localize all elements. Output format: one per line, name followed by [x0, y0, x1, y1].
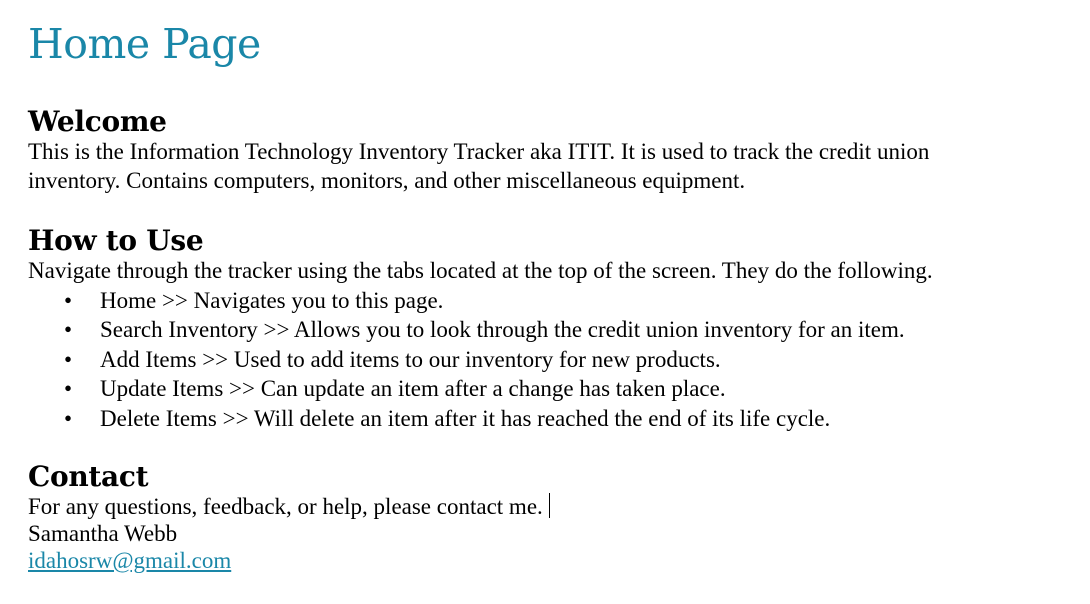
contact-message: For any questions, feedback, or help, pl… — [28, 494, 543, 519]
document-page: Home Page Welcome This is the Informatio… — [28, 14, 1083, 574]
list-item-text: Search Inventory >> Allows you to look t… — [100, 317, 905, 342]
list-item-add-items: • Add Items >> Used to add items to our … — [28, 345, 1083, 375]
list-item-delete-items: • Delete Items >> Will delete an item af… — [28, 404, 1083, 434]
list-item-search-inventory: • Search Inventory >> Allows you to look… — [28, 315, 1083, 345]
list-item-home: • Home >> Navigates you to this page. — [28, 286, 1083, 316]
contact-email-line: idahosrw@gmail.com — [28, 547, 1083, 574]
bullet-icon: • — [64, 287, 73, 313]
how-to-use-intro: Navigate through the tracker using the t… — [28, 258, 933, 283]
bullet-icon: • — [64, 405, 73, 431]
bullet-icon: • — [64, 376, 73, 401]
welcome-line-1: This is the Information Technology Inven… — [28, 139, 930, 164]
contact-message-line[interactable]: For any questions, feedback, or help, pl… — [28, 493, 1083, 520]
list-item-text: Home >> Navigates you to this page. — [100, 287, 444, 313]
contact-heading: Contact — [28, 460, 149, 493]
how-to-use-heading: How to Use — [28, 224, 204, 257]
text-cursor — [548, 493, 550, 518]
page-title: Home Page — [28, 20, 261, 68]
email-link[interactable]: idahosrw@gmail.com — [28, 548, 231, 573]
bullet-icon: • — [64, 317, 73, 342]
list-item-update-items: • Update Items >> Can update an item aft… — [28, 374, 1083, 404]
bullet-icon: • — [64, 346, 73, 372]
tabs-description-list: • Home >> Navigates you to this page. • … — [28, 286, 1083, 434]
list-item-text: Delete Items >> Will delete an item afte… — [100, 405, 831, 431]
list-item-text: Update Items >> Can update an item after… — [100, 376, 726, 401]
list-item-text: Add Items >> Used to add items to our in… — [100, 346, 721, 372]
welcome-line-2: inventory. Contains computers, monitors,… — [28, 167, 746, 193]
welcome-heading: Welcome — [28, 105, 167, 138]
contact-name: Samantha Webb — [28, 521, 178, 546]
